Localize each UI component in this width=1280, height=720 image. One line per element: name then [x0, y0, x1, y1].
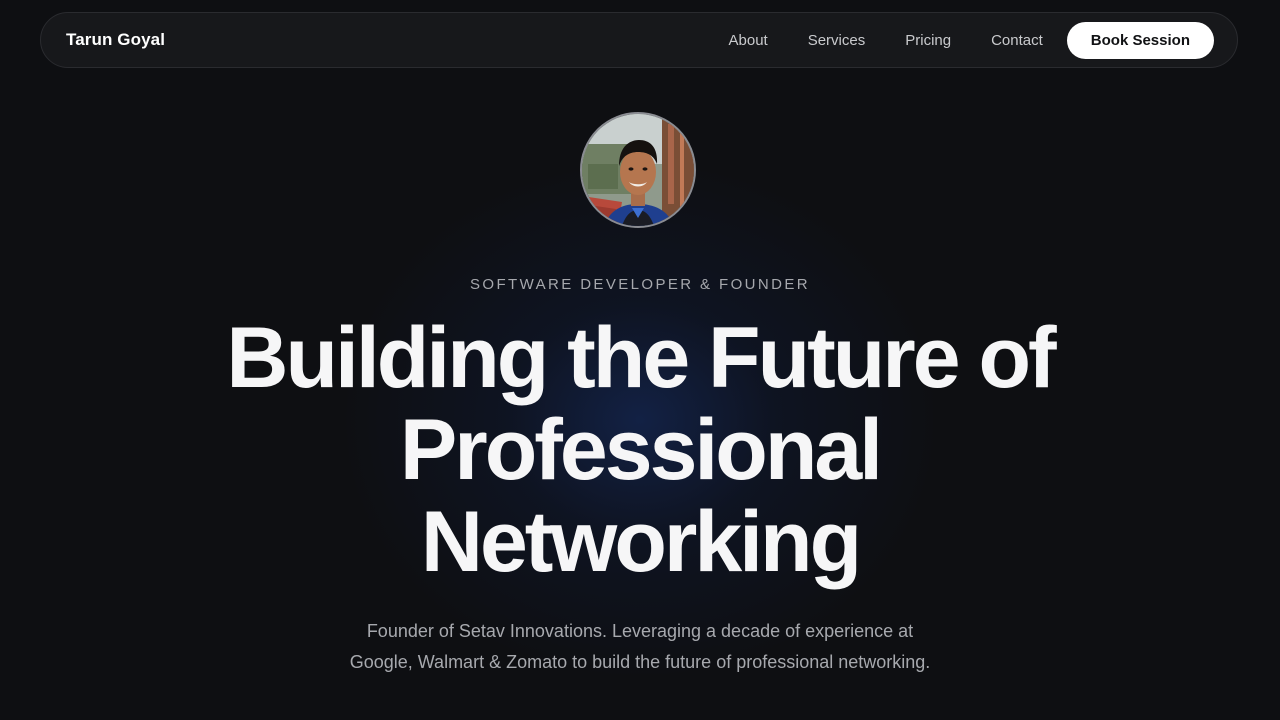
- hero-headline-line-1: Building the Future of: [226, 310, 1056, 406]
- top-navbar: Tarun Goyal About Services Pricing Conta…: [40, 12, 1238, 68]
- hero-eyebrow: SOFTWARE DEVELOPER & FOUNDER: [469, 276, 810, 293]
- page: Tarun Goyal About Services Pricing Conta…: [0, 0, 1280, 720]
- nav-link-pricing[interactable]: Pricing: [905, 32, 951, 49]
- hero-headline-line-2: Professional: [399, 402, 883, 498]
- nav-link-services[interactable]: Services: [808, 32, 866, 49]
- book-session-button[interactable]: Book Session: [1066, 21, 1214, 59]
- avatar: [580, 112, 696, 228]
- brand-logo-text[interactable]: Tarun Goyal: [66, 30, 165, 50]
- hero-headline-line-3: Networking: [420, 494, 862, 590]
- hero-description: Founder of Setav Innovations. Leveraging…: [349, 621, 931, 672]
- hero-headline: Building the Future of Professional Netw…: [140, 312, 1140, 588]
- nav-link-contact[interactable]: Contact: [991, 32, 1043, 49]
- avatar-photo: [582, 114, 694, 226]
- nav-link-about[interactable]: About: [729, 32, 768, 49]
- nav-links: About Services Pricing Contact Book Sess…: [729, 21, 1214, 59]
